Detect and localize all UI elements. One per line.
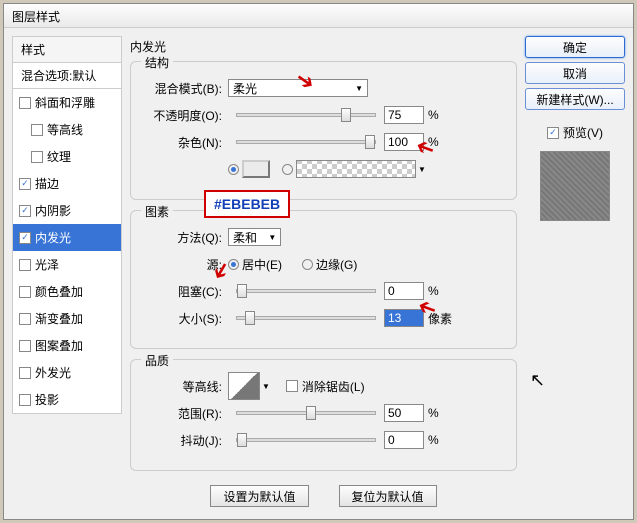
new-style-button[interactable]: 新建样式(W)... [525,88,625,110]
style-inner-glow[interactable]: ✓内发光 [13,224,121,251]
settings-panel: 内发光 结构 混合模式(B): 柔光▼ 不透明度(O): 75 % 杂色(N):… [130,36,517,511]
contour-label: 等高线: [143,378,228,395]
antialias-label[interactable]: 消除锯齿(L) [302,378,365,395]
choke-label: 阻塞(C): [143,283,228,300]
style-drop-shadow[interactable]: 投影 [13,386,121,413]
callout-hex: #EBEBEB [204,190,290,218]
sidebar-title[interactable]: 样式 [12,36,122,63]
quality-label: 品质 [141,352,173,369]
style-outer-glow[interactable]: 外发光 [13,359,121,386]
make-default-button[interactable]: 设置为默认值 [210,485,308,507]
checkbox[interactable] [19,340,31,352]
pct-label: % [428,433,439,447]
element-group: 图素 方法(Q): 柔和 ▼ 源: 居中(E) 边缘(G) 阻塞(C): 0 [130,210,517,349]
cancel-button[interactable]: 取消 [525,62,625,84]
slider-thumb[interactable] [237,284,247,298]
pct-label: % [428,406,439,420]
slider-thumb[interactable] [245,311,255,325]
gradient-radio[interactable] [282,164,293,175]
chevron-down-icon: ▼ [268,233,276,242]
color-radio[interactable] [228,164,239,175]
chevron-down-icon[interactable]: ▼ [262,382,270,391]
ok-button[interactable]: 确定 [525,36,625,58]
noise-slider[interactable] [236,140,376,144]
style-color-overlay[interactable]: 颜色叠加 [13,278,121,305]
layer-style-dialog: 图层样式 样式 混合选项:默认 斜面和浮雕 等高线 纹理 ✓描边 ✓内阴影 ✓内… [3,3,634,520]
checkbox[interactable] [31,151,43,163]
panel-title: 内发光 [130,36,517,61]
method-dropdown[interactable]: 柔和 ▼ [228,228,281,246]
style-satin[interactable]: 光泽 [13,251,121,278]
source-edge-radio[interactable] [302,259,313,270]
reset-default-button[interactable]: 复位为默认值 [339,485,437,507]
size-label: 大小(S): [143,310,228,327]
jitter-label: 抖动(J): [143,432,228,449]
antialias-checkbox[interactable] [286,380,298,392]
slider-thumb[interactable] [341,108,351,122]
checkbox[interactable]: ✓ [19,205,31,217]
checkbox[interactable] [19,367,31,379]
checkbox[interactable] [19,313,31,325]
color-swatch[interactable] [242,160,270,178]
gradient-preview[interactable] [296,160,416,178]
noise-label: 杂色(N): [143,134,228,151]
range-slider[interactable] [236,411,376,415]
jitter-slider[interactable] [236,438,376,442]
cursor-icon: ↖ [530,370,545,391]
styles-sidebar: 样式 混合选项:默认 斜面和浮雕 等高线 纹理 ✓描边 ✓内阴影 ✓内发光 光泽… [12,36,122,511]
right-column: 确定 取消 新建样式(W)... ✓ 预览(V) [525,36,625,511]
style-gradient-overlay[interactable]: 渐变叠加 [13,305,121,332]
choke-value[interactable]: 0 [384,282,424,300]
range-value[interactable]: 50 [384,404,424,422]
opacity-value[interactable]: 75 [384,106,424,124]
contour-picker[interactable] [228,372,260,400]
blending-options[interactable]: 混合选项:默认 [12,63,122,88]
dialog-title: 图层样式 [4,4,633,28]
slider-thumb[interactable] [237,433,247,447]
chevron-down-icon[interactable]: ▼ [418,165,426,174]
checkbox[interactable] [19,259,31,271]
opacity-slider[interactable] [236,113,376,117]
checkbox[interactable] [19,97,31,109]
structure-label: 结构 [141,54,173,71]
checkbox[interactable] [19,394,31,406]
style-texture-sub[interactable]: 纹理 [13,143,121,170]
slider-thumb[interactable] [365,135,375,149]
style-pattern-overlay[interactable]: 图案叠加 [13,332,121,359]
jitter-value[interactable]: 0 [384,431,424,449]
quality-group: 品质 等高线: ▼ 消除锯齿(L) 范围(R): 50 % 抖动(J): [130,359,517,471]
blend-mode-label: 混合模式(B): [143,80,228,97]
checkbox[interactable]: ✓ [19,232,31,244]
style-bevel[interactable]: 斜面和浮雕 [13,89,121,116]
element-label: 图素 [141,203,173,220]
slider-thumb[interactable] [306,406,316,420]
size-slider[interactable] [236,316,376,320]
style-inner-shadow[interactable]: ✓内阴影 [13,197,121,224]
source-center-label[interactable]: 居中(E) [242,256,282,273]
style-stroke[interactable]: ✓描边 [13,170,121,197]
checkbox[interactable]: ✓ [19,178,31,190]
method-label: 方法(Q): [143,229,228,246]
preview-label[interactable]: 预览(V) [563,124,603,141]
chevron-down-icon: ▼ [355,84,363,93]
pct-label: % [428,108,439,122]
style-contour-sub[interactable]: 等高线 [13,116,121,143]
checkbox[interactable] [19,286,31,298]
preview-thumbnail [540,151,610,221]
source-edge-label[interactable]: 边缘(G) [316,256,357,273]
opacity-label: 不透明度(O): [143,107,228,124]
range-label: 范围(R): [143,405,228,422]
choke-slider[interactable] [236,289,376,293]
checkbox[interactable] [31,124,43,136]
structure-group: 结构 混合模式(B): 柔光▼ 不透明度(O): 75 % 杂色(N): 100… [130,61,517,200]
preview-checkbox[interactable]: ✓ [547,127,559,139]
